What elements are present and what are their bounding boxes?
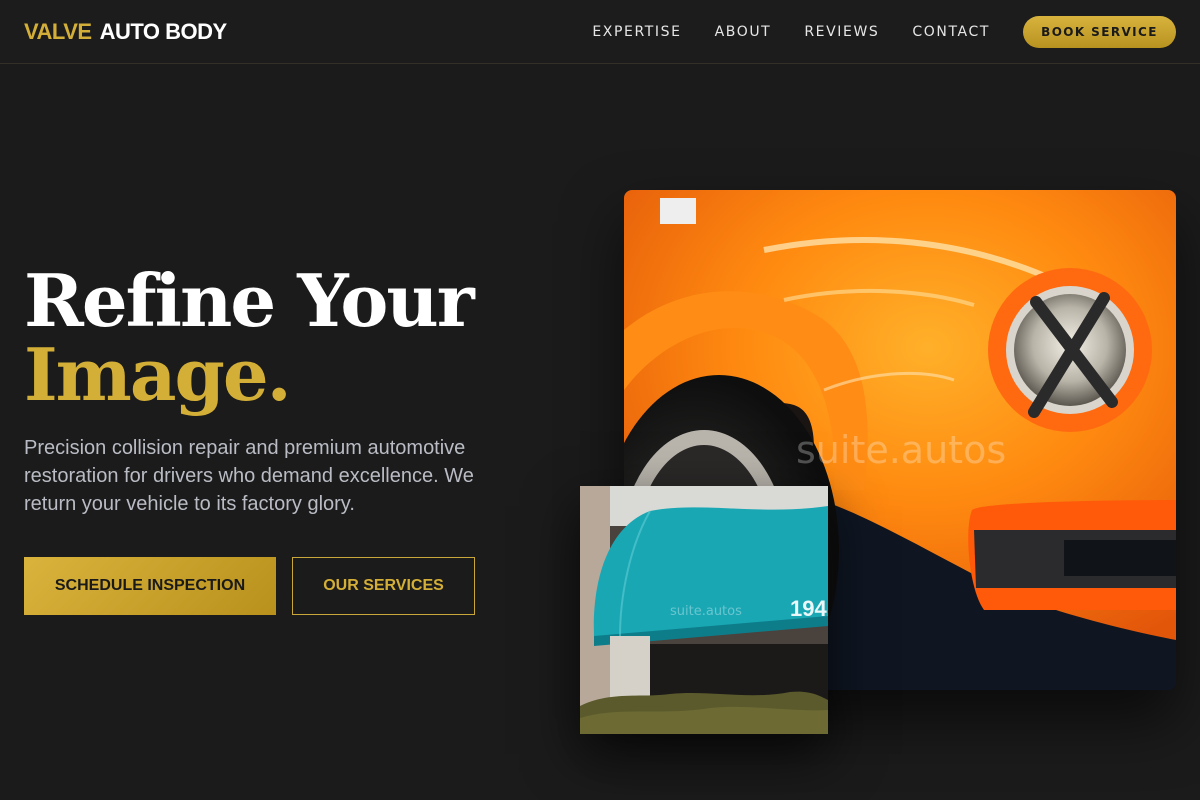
hero-description: Precision collision repair and premium a… <box>24 437 474 515</box>
brand-logo[interactable]: VALVE AUTO BODY <box>24 18 227 46</box>
nav-link-contact[interactable]: CONTACT <box>912 22 990 42</box>
top-nav: VALVE AUTO BODY EXPERTISE ABOUT REVIEWS C… <box>0 0 1200 64</box>
brand-name-main: AUTO BODY <box>99 19 228 44</box>
awning-sign-number: 194 <box>790 596 827 621</box>
hero-title: Refine Your Image. <box>24 258 475 417</box>
nav-link-reviews[interactable]: REVIEWS <box>804 22 879 42</box>
garage-image: suite.autos 194 <box>580 486 828 734</box>
schedule-inspection-button[interactable]: SCHEDULE INSPECTION <box>24 557 276 615</box>
hero-title-line2: Image. <box>24 332 292 417</box>
hero-title-line1: Refine Your <box>24 258 475 343</box>
our-services-button[interactable]: OUR SERVICES <box>292 557 475 615</box>
main-image-watermark: suite.autos <box>796 428 1007 472</box>
brand-name-accent: VALVE <box>24 19 92 44</box>
nav-link-expertise[interactable]: EXPERTISE <box>592 22 681 42</box>
small-image-watermark: suite.autos <box>670 604 742 619</box>
nav-link-about[interactable]: ABOUT <box>715 22 772 42</box>
book-service-button[interactable]: BOOK SERVICE <box>1023 16 1176 48</box>
nav-links: EXPERTISE ABOUT REVIEWS CONTACT <box>592 22 990 42</box>
